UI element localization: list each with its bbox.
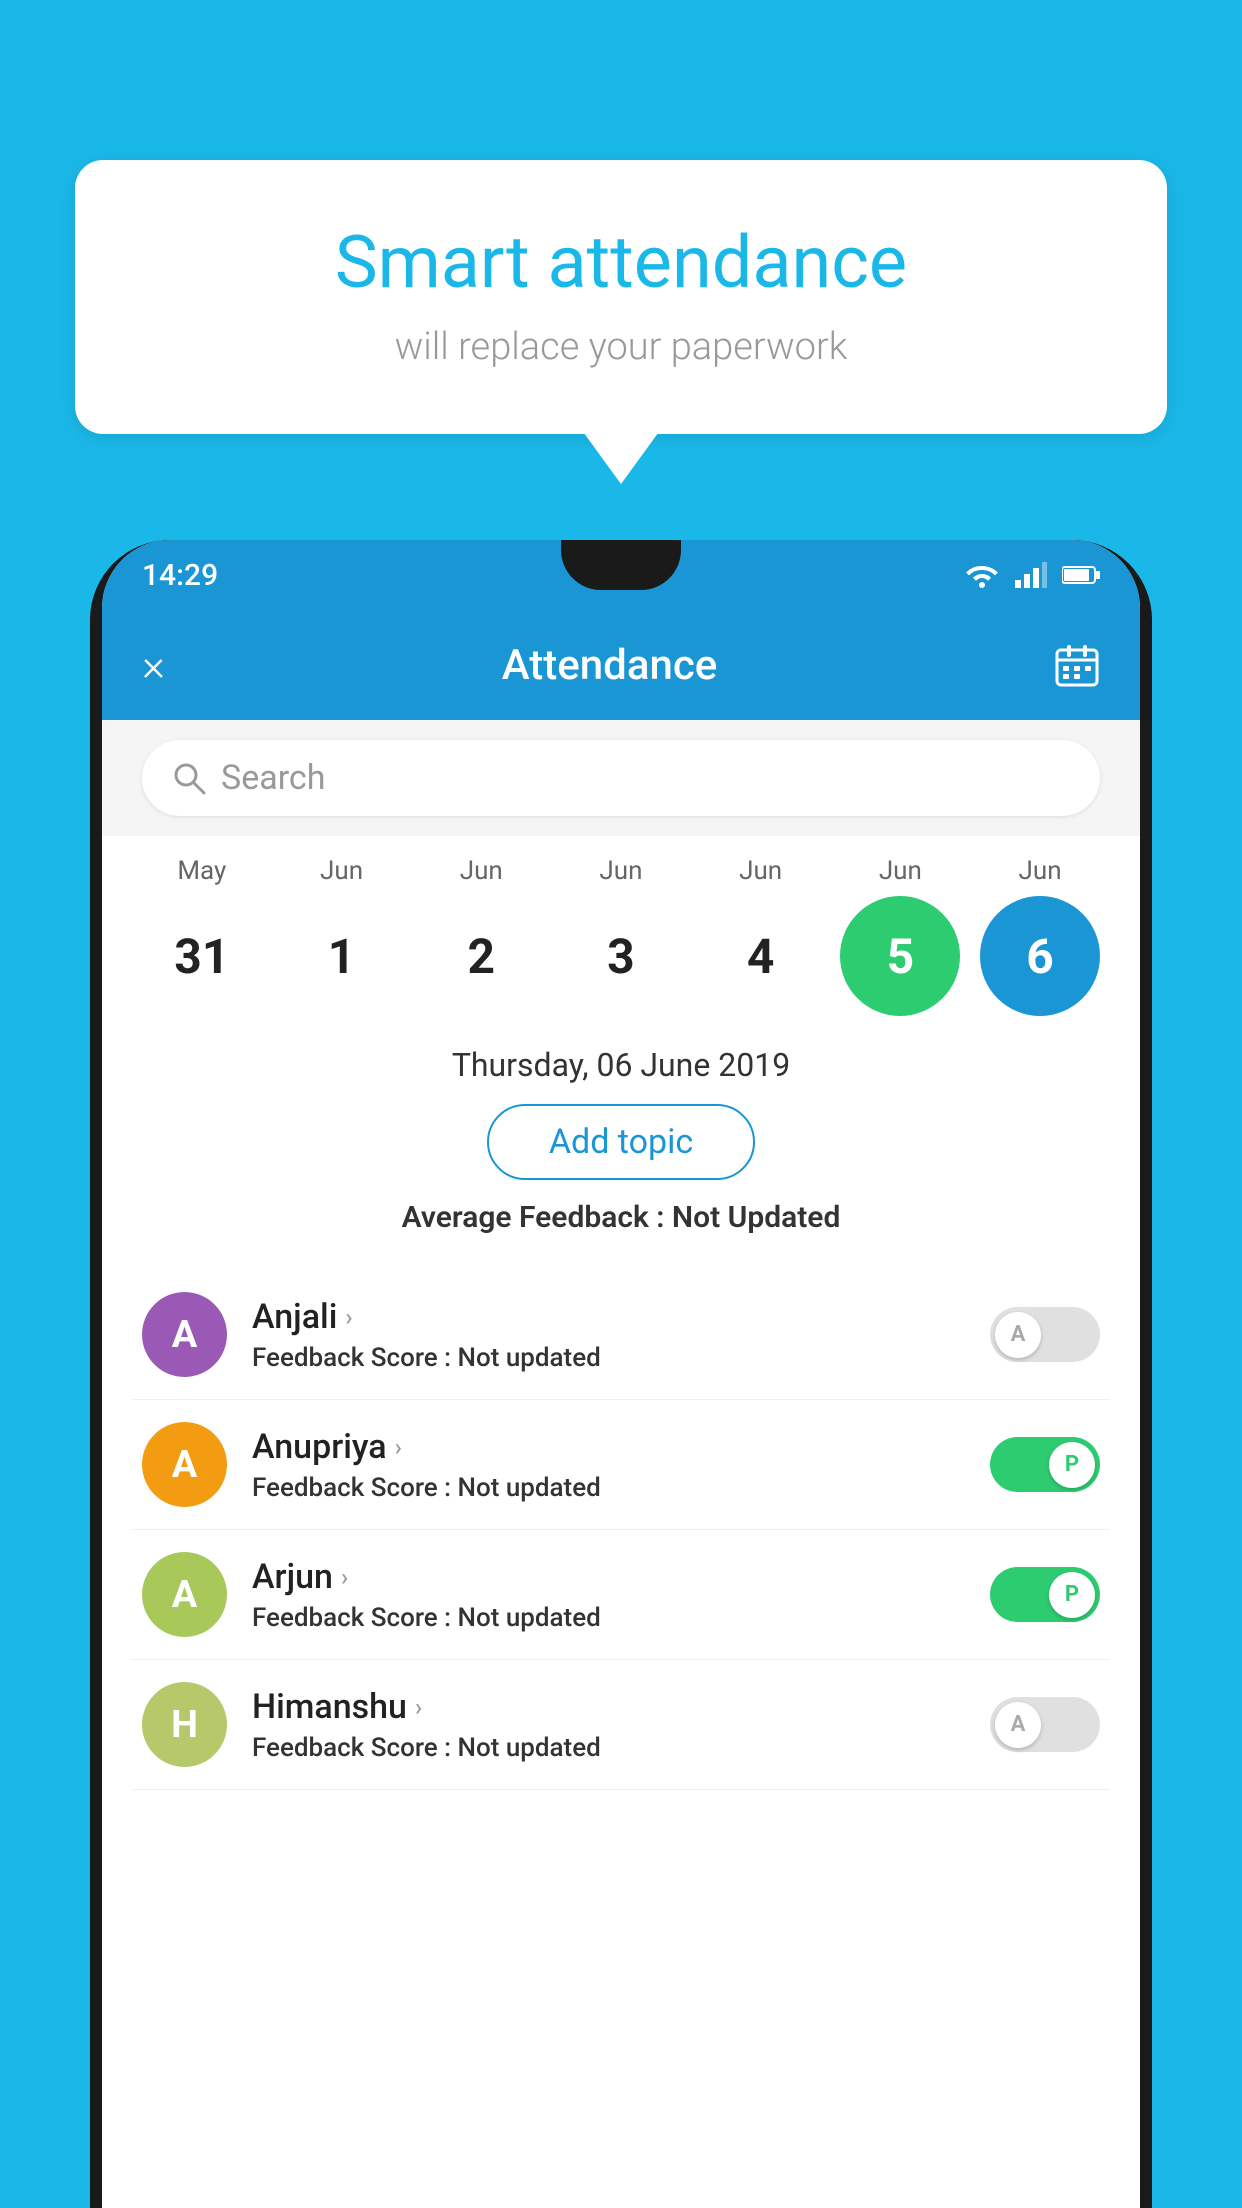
student-row-himanshu: H Himanshu › Feedback Score : Not update…: [132, 1660, 1110, 1790]
toggle-anjali[interactable]: A: [990, 1307, 1100, 1362]
app-title: Attendance: [195, 641, 1024, 690]
date-31[interactable]: 31: [142, 896, 262, 1016]
student-info-arjun: Arjun › Feedback Score : Not updated: [252, 1557, 965, 1633]
toggle-knob-anupriya: P: [1049, 1442, 1095, 1488]
toggle-knob-anjali: A: [995, 1312, 1041, 1358]
search-placeholder: Search: [221, 758, 325, 798]
date-row: 31 1 2 3 4 5 6: [132, 896, 1110, 1016]
month-6: Jun: [980, 856, 1100, 886]
status-time: 14:29: [142, 558, 218, 593]
avg-feedback-value: Not Updated: [672, 1200, 840, 1235]
speech-bubble: Smart attendance will replace your paper…: [75, 160, 1167, 434]
toggle-himanshu[interactable]: A: [990, 1697, 1100, 1752]
phone-screen: 14:29: [102, 540, 1140, 2208]
wifi-icon: [964, 562, 1000, 588]
month-1: Jun: [282, 856, 402, 886]
student-list: A Anjali › Feedback Score : Not updated …: [102, 1270, 1140, 1790]
date-6-selected[interactable]: 6: [980, 896, 1100, 1016]
avatar-anjali: A: [142, 1292, 227, 1377]
student-name-himanshu[interactable]: Himanshu ›: [252, 1687, 965, 1727]
toggle-knob-arjun: P: [1049, 1572, 1095, 1618]
add-topic-button[interactable]: Add topic: [487, 1104, 755, 1180]
month-3: Jun: [561, 856, 681, 886]
selected-date-text: Thursday, 06 June 2019: [142, 1046, 1100, 1084]
date-5-today[interactable]: 5: [840, 896, 960, 1016]
app-bar: × Attendance: [102, 610, 1140, 720]
student-info-anjali: Anjali › Feedback Score : Not updated: [252, 1297, 965, 1373]
feedback-arjun: Feedback Score : Not updated: [252, 1603, 965, 1633]
feedback-anupriya: Feedback Score : Not updated: [252, 1473, 965, 1503]
date-2[interactable]: 2: [421, 896, 541, 1016]
calendar-strip: May Jun Jun Jun Jun Jun Jun 31 1 2 3 4 5…: [102, 836, 1140, 1026]
bubble-subtitle: will replace your paperwork: [145, 325, 1097, 369]
avg-feedback: Average Feedback : Not Updated: [142, 1200, 1100, 1235]
close-button[interactable]: ×: [142, 639, 165, 691]
student-row-anjali: A Anjali › Feedback Score : Not updated …: [132, 1270, 1110, 1400]
month-4: Jun: [701, 856, 821, 886]
signal-icon: [1015, 562, 1047, 588]
student-row-arjun: A Arjun › Feedback Score : Not updated P: [132, 1530, 1110, 1660]
month-5: Jun: [840, 856, 960, 886]
feedback-himanshu: Feedback Score : Not updated: [252, 1733, 965, 1763]
notch: [561, 540, 681, 590]
toggle-knob-himanshu: A: [995, 1702, 1041, 1748]
chevron-anjali: ›: [345, 1303, 352, 1331]
student-info-himanshu: Himanshu › Feedback Score : Not updated: [252, 1687, 965, 1763]
chevron-himanshu: ›: [415, 1693, 422, 1721]
student-row-anupriya: A Anupriya › Feedback Score : Not update…: [132, 1400, 1110, 1530]
phone-frame: 14:29: [90, 540, 1152, 2208]
month-row: May Jun Jun Jun Jun Jun Jun: [132, 856, 1110, 886]
student-name-anjali[interactable]: Anjali ›: [252, 1297, 965, 1337]
calendar-icon[interactable]: [1054, 642, 1100, 688]
status-bar: 14:29: [102, 540, 1140, 610]
date-3[interactable]: 3: [561, 896, 681, 1016]
feedback-anjali: Feedback Score : Not updated: [252, 1343, 965, 1373]
student-name-anupriya[interactable]: Anupriya ›: [252, 1427, 965, 1467]
toggle-anupriya[interactable]: P: [990, 1437, 1100, 1492]
bubble-title: Smart attendance: [145, 220, 1097, 305]
search-bar[interactable]: Search: [142, 740, 1100, 816]
avg-feedback-label: Average Feedback :: [402, 1200, 672, 1235]
chevron-arjun: ›: [341, 1563, 348, 1591]
status-icons: [964, 562, 1100, 588]
avatar-arjun: A: [142, 1552, 227, 1637]
selected-date-section: Thursday, 06 June 2019 Add topic Average…: [102, 1026, 1140, 1270]
chevron-anupriya: ›: [395, 1433, 402, 1461]
month-2: Jun: [421, 856, 541, 886]
student-name-arjun[interactable]: Arjun ›: [252, 1557, 965, 1597]
date-1[interactable]: 1: [282, 896, 402, 1016]
date-4[interactable]: 4: [701, 896, 821, 1016]
search-icon: [172, 761, 206, 795]
battery-icon: [1062, 565, 1100, 585]
search-container: Search: [102, 720, 1140, 836]
month-0: May: [142, 856, 262, 886]
avatar-himanshu: H: [142, 1682, 227, 1767]
student-info-anupriya: Anupriya › Feedback Score : Not updated: [252, 1427, 965, 1503]
phone-inner: 14:29: [90, 540, 1152, 2208]
toggle-arjun[interactable]: P: [990, 1567, 1100, 1622]
avatar-anupriya: A: [142, 1422, 227, 1507]
